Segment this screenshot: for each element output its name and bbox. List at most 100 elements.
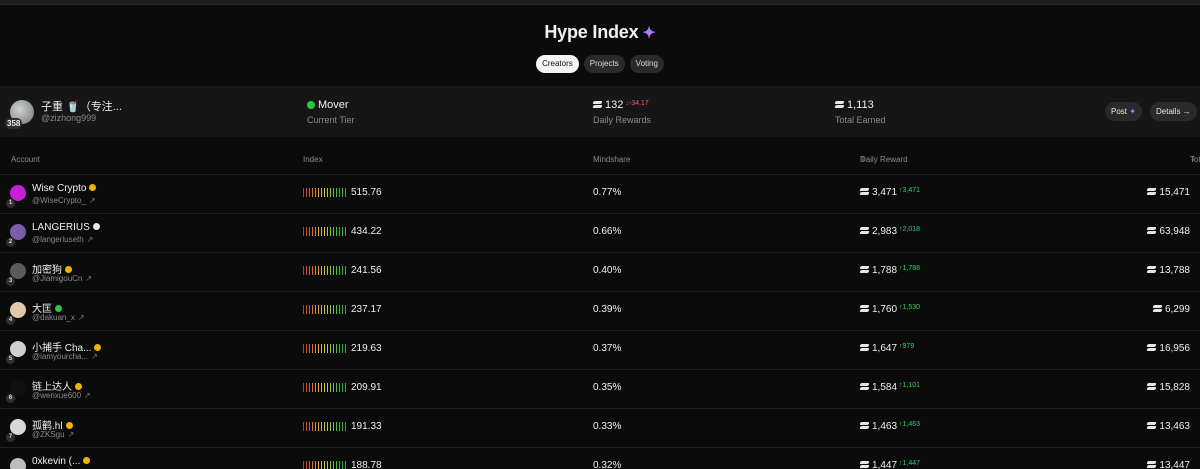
index-bar-segment: [306, 305, 307, 314]
creator-handle[interactable]: @iamyourcha... ↗: [32, 352, 98, 361]
token-icon: [1147, 226, 1156, 235]
total-reward-value: 13,788: [1159, 265, 1190, 276]
index-bar-segment: [312, 188, 313, 197]
index-bar-segment: [342, 305, 343, 314]
token-icon: [860, 304, 869, 313]
daily-reward-change: ↑3,471: [899, 187, 921, 194]
index-bar-segment: [315, 422, 316, 431]
creator-handle-text: @wenxue600: [32, 391, 82, 400]
index-bar: [303, 422, 347, 431]
header-index[interactable]: Index: [303, 155, 323, 164]
sort-icon: ⇕: [860, 156, 866, 163]
index-bar-segment: [330, 422, 331, 431]
index-bar-segment: [309, 344, 310, 353]
index-bar-segment: [333, 266, 334, 275]
creator-handle[interactable]: @ZKSgu ↗: [32, 430, 74, 439]
creator-handle[interactable]: @wenxue600 ↗: [32, 391, 91, 400]
creator-handle[interactable]: @JiamigouCn ↗: [32, 274, 92, 283]
creator-name-text: LANGERIUS: [32, 222, 90, 233]
index-bar-segment: [318, 305, 319, 314]
avatar: [10, 458, 26, 469]
index-bar-segment: [306, 266, 307, 275]
header-account[interactable]: Account: [11, 155, 40, 164]
index-bar-segment: [345, 461, 346, 469]
index-bar-segment: [303, 227, 304, 236]
index-bar-segment: [333, 188, 334, 197]
external-link-icon: ↗: [91, 352, 98, 361]
index-bar-segment: [309, 188, 310, 197]
table-row[interactable]: 6 链上达人 @wenxue600 ↗ 209.91 0.35% 1,584 ↑1,101 15…: [0, 369, 1200, 408]
daily-reward-value: 1,647: [872, 343, 898, 354]
index-bar-segment: [312, 266, 313, 275]
token-icon: [1147, 421, 1156, 430]
daily-reward: 1,788 ↑1,788: [860, 265, 920, 276]
tab-voting[interactable]: Voting: [629, 55, 664, 73]
index-bar-segment: [315, 188, 316, 197]
table-row[interactable]: 80xkevin (...@0xKevin00↗188.780.32%1,447…: [0, 447, 1200, 469]
mindshare-value: 0.66%: [593, 226, 622, 237]
rank-badge: 3: [6, 277, 15, 286]
daily-reward-value: 1,760: [872, 304, 898, 315]
index-bar-segment: [309, 266, 310, 275]
index-bar-segment: [339, 422, 340, 431]
index-bar-segment: [303, 461, 304, 469]
creator-handle[interactable]: @langeriuseth ↗: [32, 235, 93, 244]
details-button[interactable]: Details →: [1150, 102, 1197, 121]
index-bar: [303, 461, 347, 469]
index-value: 515.76: [351, 187, 382, 198]
tab-creators[interactable]: Creators: [536, 55, 579, 73]
index-bar-segment: [309, 227, 310, 236]
page-title-text: Hype Index: [544, 22, 639, 42]
index-bar-segment: [336, 305, 337, 314]
token-icon: [1147, 265, 1156, 274]
index-bar-segment: [339, 383, 340, 392]
table-row[interactable]: 4 大匡 @dakuan_x ↗ 237.17 0.39% 1,760 ↑1,530 6,299: [0, 291, 1200, 330]
index-bar-segment: [315, 266, 316, 275]
rank-badge: 1: [6, 199, 15, 208]
header-daily-reward-label: Daily Reward: [860, 155, 908, 164]
verified-badge-icon: [75, 383, 82, 390]
index-bar: [303, 383, 347, 392]
user-handle: @zizhong999: [41, 113, 97, 123]
table-row[interactable]: 1 Wise Crypto @WiseCrypto_ ↗ 515.76 0.77% 3,47…: [0, 174, 1200, 213]
verified-badge-icon: [89, 184, 97, 191]
index-bar-segment: [303, 188, 304, 197]
index-bar-segment: [318, 461, 319, 469]
index-bar-segment: [336, 266, 337, 275]
post-button[interactable]: Post ✦: [1105, 102, 1142, 121]
index-bar-segment: [327, 188, 328, 197]
token-icon: [860, 265, 869, 274]
index-bar-segment: [318, 266, 319, 275]
token-icon: [860, 226, 869, 235]
daily-reward: 1,463 ↑1,463: [860, 421, 920, 432]
index-bar-segment: [318, 344, 319, 353]
index-bar-segment: [321, 227, 322, 236]
index-bar-segment: [339, 344, 340, 353]
header-mindshare[interactable]: Mindshare: [593, 155, 630, 164]
rank-badge: 7: [6, 433, 15, 442]
table-row[interactable]: 3 加密狗 @JiamigouCn ↗ 241.56 0.40% 1,788 ↑1,788 13…: [0, 252, 1200, 291]
index-value: 237.17: [351, 304, 382, 315]
index-bar-segment: [321, 305, 322, 314]
table-row[interactable]: 5 小捕手 Cha... @iamyourcha... ↗ 219.63 0.37% 1,6…: [0, 330, 1200, 369]
table-row[interactable]: 7 孤鹤.hl @ZKSgu ↗ 191.33 0.33% 1,463 ↑1,463 13,46…: [0, 408, 1200, 447]
index-bar-segment: [312, 422, 313, 431]
tab-projects[interactable]: Projects: [583, 55, 625, 73]
creator-name[interactable]: LANGERIUS: [32, 222, 100, 233]
index-bar-segment: [327, 344, 328, 353]
total-reward: 13,447: [1147, 460, 1190, 469]
total-earned-stat: 1,113 Total Earned: [835, 99, 886, 125]
index-bar-segment: [339, 227, 340, 236]
total-reward: 6,299: [1153, 304, 1190, 315]
index-bar-segment: [318, 422, 319, 431]
creator-handle[interactable]: @WiseCrypto_ ↗: [32, 196, 96, 205]
table-row[interactable]: 2 LANGERIUS @langeriuseth ↗ 434.22 0.66% 2,983…: [0, 213, 1200, 252]
index-bar-segment: [330, 266, 331, 275]
index-bar-segment: [321, 344, 322, 353]
index-bar-segment: [321, 461, 322, 469]
creator-name[interactable]: 0xkevin (...: [32, 456, 91, 467]
creator-name[interactable]: Wise Crypto: [32, 183, 97, 194]
index-bar-segment: [306, 227, 307, 236]
index-bar-segment: [309, 305, 310, 314]
creator-handle[interactable]: @dakuan_x ↗: [32, 313, 85, 322]
